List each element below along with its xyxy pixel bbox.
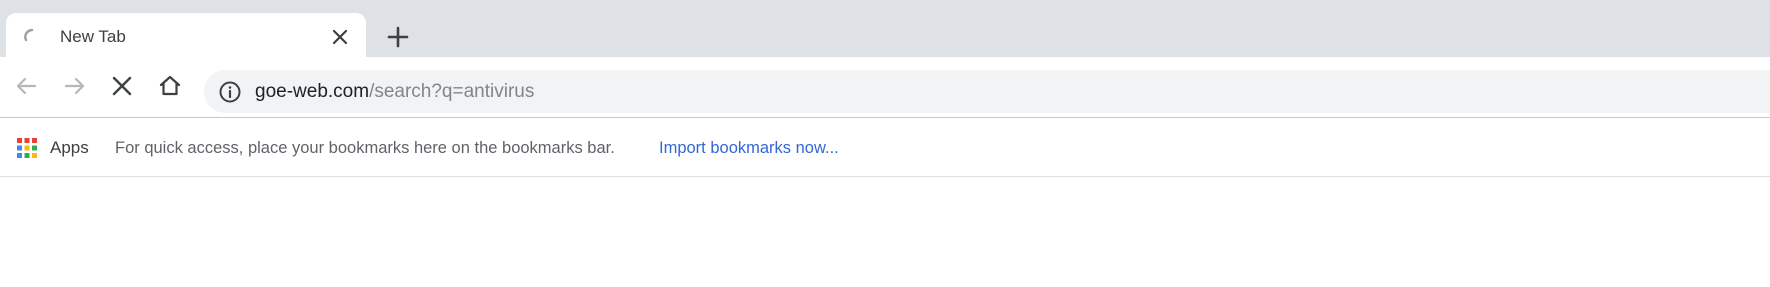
stop-loading-icon[interactable] bbox=[109, 73, 135, 99]
url-path: /search?q=antivirus bbox=[369, 81, 535, 102]
tab-title: New Tab bbox=[60, 27, 126, 46]
browser-window: New Tab goe-web.com/search?q=antivirus A… bbox=[0, 0, 1770, 287]
browser-toolbar: goe-web.com/search?q=antivirus bbox=[0, 57, 1770, 118]
arrow-left-icon[interactable] bbox=[13, 73, 39, 99]
page-content bbox=[0, 177, 1770, 287]
loading-spinner-icon bbox=[24, 28, 34, 42]
info-icon[interactable] bbox=[218, 80, 242, 104]
tab-strip: New Tab bbox=[0, 0, 1770, 61]
url-text[interactable]: goe-web.com/search?q=antivirus bbox=[255, 80, 534, 104]
bookmarks-bar: Apps For quick access, place your bookma… bbox=[0, 118, 1770, 177]
address-bar[interactable]: goe-web.com/search?q=antivirus bbox=[204, 70, 1770, 113]
apps-grid-icon[interactable] bbox=[16, 137, 38, 159]
tab-new-tab[interactable]: New Tab bbox=[6, 13, 366, 61]
url-host: goe-web.com bbox=[255, 81, 370, 102]
close-tab-icon[interactable] bbox=[330, 27, 350, 47]
new-tab-plus-icon[interactable] bbox=[385, 24, 411, 50]
arrow-right-icon[interactable] bbox=[62, 73, 88, 99]
apps-shortcut[interactable]: Apps bbox=[50, 138, 89, 158]
import-bookmarks-link[interactable]: Import bookmarks now... bbox=[659, 138, 839, 158]
bookmarks-hint-text: For quick access, place your bookmarks h… bbox=[115, 139, 615, 157]
home-icon[interactable] bbox=[157, 73, 183, 99]
